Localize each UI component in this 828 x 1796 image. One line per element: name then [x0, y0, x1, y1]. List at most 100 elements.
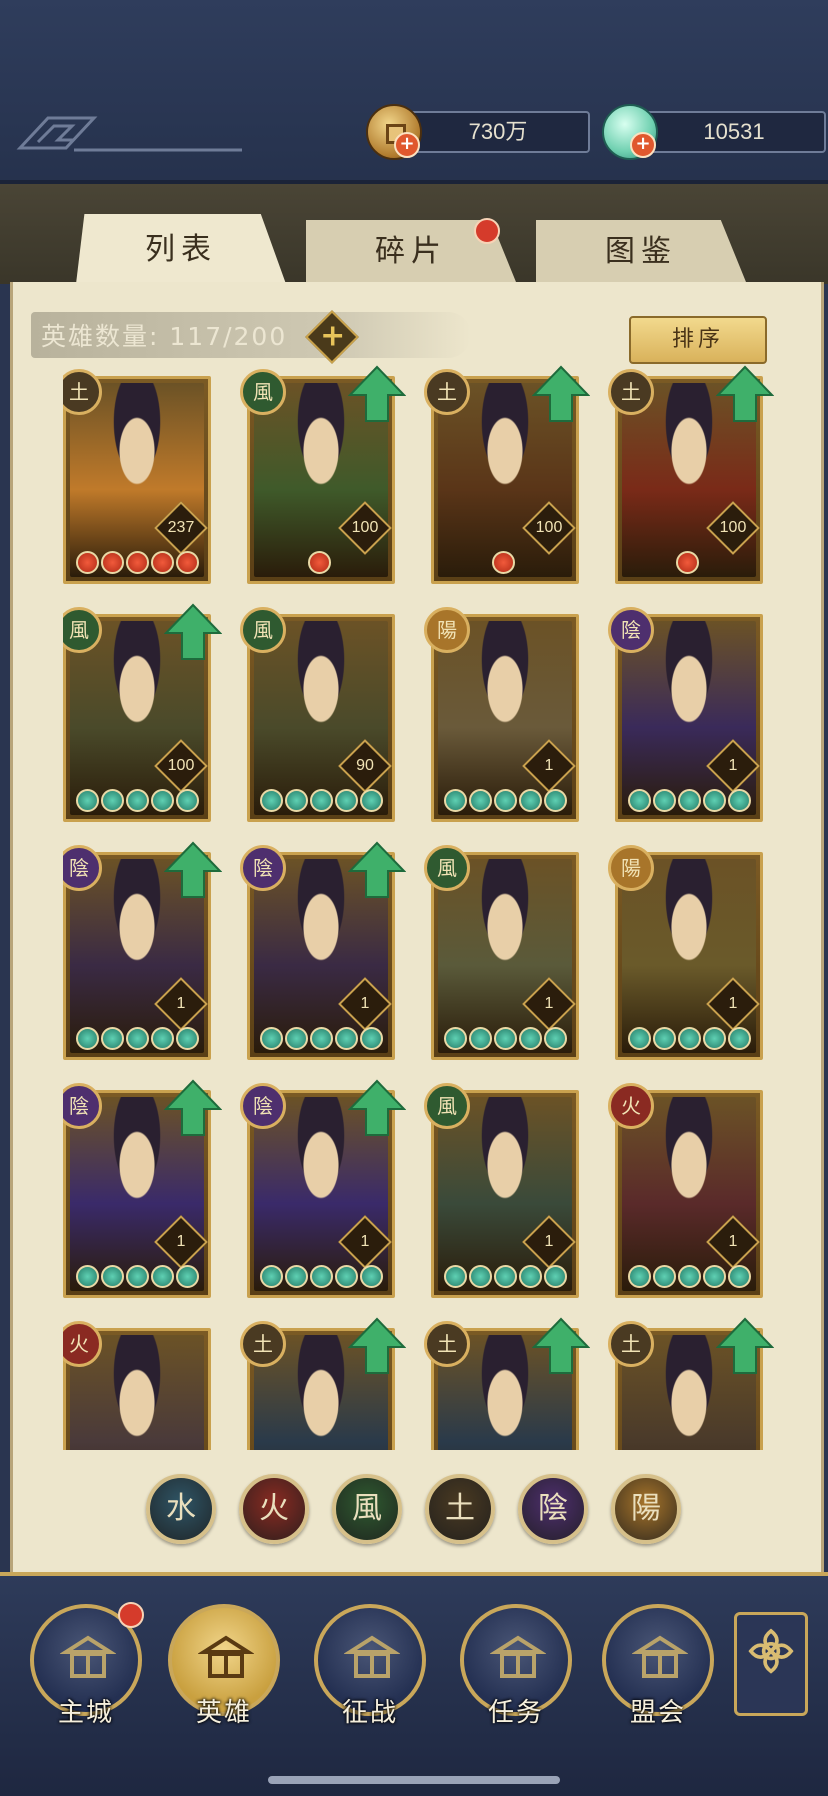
star-rating — [260, 1265, 383, 1289]
star-rating — [76, 1265, 199, 1289]
filter-yang-button[interactable]: 陽 — [611, 1474, 681, 1544]
hero-level: 1 — [728, 995, 738, 1012]
element-badge: 風 — [424, 845, 470, 891]
coin-currency[interactable]: 730万 + — [366, 104, 590, 160]
nav-campaign-icon — [344, 1635, 400, 1678]
hero-card[interactable]: 土 237 — [63, 369, 211, 584]
star-icon — [101, 1265, 124, 1288]
hero-level: 1 — [360, 1233, 370, 1250]
hero-level: 1 — [728, 757, 738, 774]
star-icon — [519, 1027, 542, 1050]
coin-amount: 730万 — [406, 111, 590, 153]
hero-level: 100 — [167, 757, 195, 774]
star-rating — [676, 551, 699, 575]
tab-fragments-label: 碎片 — [375, 234, 447, 269]
hero-level: 1 — [728, 1233, 738, 1250]
star-icon — [101, 789, 124, 812]
element-badge: 風 — [240, 369, 286, 415]
hero-card[interactable]: 風 100 — [63, 603, 222, 822]
element-badge: 陽 — [608, 845, 654, 891]
hero-level: 1 — [544, 995, 554, 1012]
star-icon — [492, 551, 515, 574]
upgrade-arrow-icon — [716, 1317, 774, 1374]
hero-card[interactable]: 陰1 — [608, 607, 763, 822]
filter-yin-button[interactable]: 陰 — [518, 1474, 588, 1544]
star-icon — [335, 1265, 358, 1288]
star-icon — [260, 1027, 283, 1050]
hero-card[interactable]: 土 — [424, 1317, 590, 1450]
star-icon — [678, 1027, 701, 1050]
hero-card[interactable]: 陽1 — [424, 607, 579, 822]
nav-alliance-button[interactable]: 盟会 — [602, 1604, 714, 1728]
more-menu-button[interactable] — [734, 1612, 808, 1716]
flower-grid-icon — [748, 1628, 794, 1674]
tab-bar: 列表 碎片 图鉴 — [0, 184, 828, 284]
nav-heroes-button[interactable]: 英雄 — [168, 1604, 280, 1728]
star-icon — [285, 1027, 308, 1050]
star-rating — [76, 789, 199, 813]
tab-list[interactable]: 列表 — [76, 214, 286, 284]
star-icon — [653, 1265, 676, 1288]
nav-quests-button[interactable]: 任务 — [460, 1604, 572, 1728]
hero-card[interactable]: 陰1 — [63, 841, 222, 1060]
hero-card[interactable]: 風 90 — [240, 607, 395, 822]
star-icon — [728, 1027, 751, 1050]
filter-earth-button[interactable]: 土 — [425, 1474, 495, 1544]
nav-main-city-button[interactable]: 主城 — [30, 1602, 144, 1728]
hero-level: 100 — [719, 519, 747, 536]
hero-card[interactable]: 火1 — [608, 1083, 763, 1298]
hero-level: 237 — [167, 519, 195, 536]
element-badge: 陽 — [424, 607, 470, 653]
star-rating — [76, 551, 199, 575]
hero-card[interactable]: 土 — [608, 1317, 774, 1450]
hero-card[interactable]: 土 — [240, 1317, 406, 1450]
element-badge: 土 — [424, 369, 470, 415]
add-gem-icon[interactable]: + — [630, 132, 656, 158]
star-rating — [76, 1027, 199, 1051]
nav-heroes-label: 英雄 — [195, 1698, 252, 1728]
upgrade-arrow-icon — [716, 365, 774, 422]
element-badge: 陰 — [240, 845, 286, 891]
filter-water-button[interactable]: 水 — [146, 1474, 216, 1544]
star-rating — [260, 1027, 383, 1051]
star-icon — [494, 789, 517, 812]
hero-card[interactable]: 陰1 — [240, 841, 406, 1060]
add-coin-icon[interactable]: + — [394, 132, 420, 158]
hero-card[interactable]: 火 — [63, 1321, 211, 1450]
star-icon — [653, 1027, 676, 1050]
star-icon — [678, 1265, 701, 1288]
pattern-logo-icon — [16, 116, 242, 152]
star-icon — [126, 1027, 149, 1050]
hero-card[interactable]: 陰1 — [240, 1079, 406, 1298]
upgrade-arrow-icon — [164, 841, 222, 898]
upgrade-arrow-icon — [164, 1079, 222, 1136]
filter-fire-button[interactable]: 火 — [239, 1474, 309, 1544]
nav-campaign-button[interactable]: 征战 — [314, 1604, 426, 1728]
star-rating — [628, 1027, 751, 1051]
hero-card[interactable]: 土 100 — [424, 365, 590, 584]
hero-level: 1 — [176, 1233, 186, 1250]
star-icon — [544, 1027, 567, 1050]
hero-card[interactable]: 陽1 — [608, 845, 763, 1060]
hero-grid[interactable]: 土 237 風 100 土 100 土 100 風 100 風 90 陽 1 陰 1 陰 1 陰 1 風 1 陽 1 陰 1 陰 1 風… — [63, 352, 803, 1450]
tab-codex[interactable]: 图鉴 — [536, 220, 746, 282]
hero-card[interactable]: 風 100 — [240, 365, 406, 584]
star-icon — [285, 1265, 308, 1288]
upgrade-arrow-icon — [348, 1079, 406, 1136]
star-rating — [628, 789, 751, 813]
star-icon — [176, 1265, 199, 1288]
bottom-navigation: 主城 英雄 征战 任务 盟会 — [0, 1572, 828, 1796]
element-badge: 土 — [240, 1321, 286, 1367]
hero-card[interactable]: 陰1 — [63, 1079, 222, 1298]
hero-level: 1 — [544, 757, 554, 774]
star-icon — [676, 551, 699, 574]
filter-wind-button[interactable]: 風 — [332, 1474, 402, 1544]
hero-card[interactable]: 風1 — [424, 845, 579, 1060]
star-rating — [444, 1265, 567, 1289]
gem-currency[interactable]: 10531 + — [602, 104, 826, 160]
hero-card[interactable]: 土 100 — [608, 365, 774, 584]
upgrade-arrow-icon — [532, 1317, 590, 1374]
upgrade-arrow-icon — [532, 365, 590, 422]
star-icon — [126, 551, 149, 574]
hero-card[interactable]: 風1 — [424, 1083, 579, 1298]
